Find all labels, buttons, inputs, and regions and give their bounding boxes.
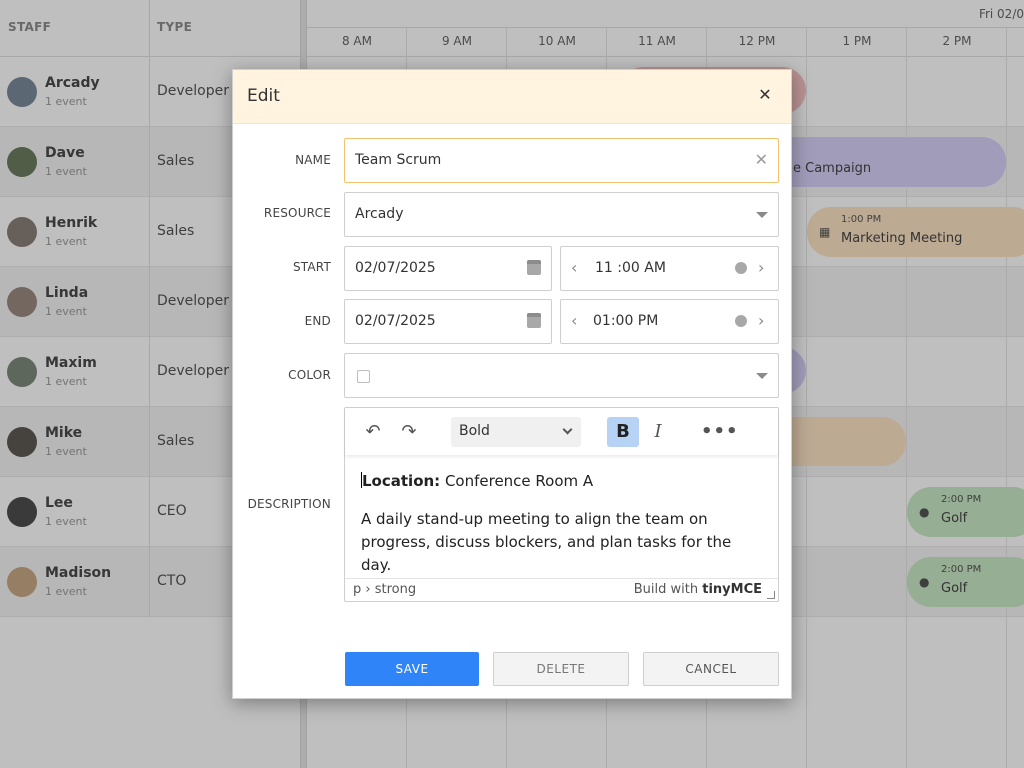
chevron-right-icon[interactable]: › xyxy=(758,312,764,330)
chevron-left-icon[interactable]: ‹ xyxy=(571,312,577,330)
clear-icon[interactable]: ✕ xyxy=(755,151,768,169)
format-select-value: Bold xyxy=(459,423,490,439)
editor-statusbar: p › strong Build with tinyMCE xyxy=(345,578,778,601)
description-paragraph[interactable]: A daily stand-up meeting to align the te… xyxy=(361,508,766,577)
resource-select[interactable]: Arcady xyxy=(344,192,779,237)
start-date-value: 02/07/2025 xyxy=(355,260,436,276)
bold-button[interactable]: B xyxy=(607,417,639,447)
chevron-down-icon xyxy=(756,212,768,218)
cancel-button[interactable]: CANCEL xyxy=(643,652,779,686)
start-label: START xyxy=(292,260,331,274)
more-options-icon[interactable]: ••• xyxy=(701,417,738,447)
delete-button[interactable]: DELETE xyxy=(493,652,629,686)
name-input[interactable]: Team Scrum ✕ xyxy=(344,138,779,183)
resize-handle-icon[interactable] xyxy=(767,591,775,599)
calendar-icon[interactable] xyxy=(527,260,541,275)
chevron-right-icon[interactable]: › xyxy=(758,259,764,277)
description-editor[interactable]: ↶ ↷ Bold B I ••• Location: Conference Ro… xyxy=(344,407,779,602)
edit-event-dialog: Edit ✕ NAME Team Scrum ✕ RESOURCE Arcady… xyxy=(232,69,792,699)
start-time-value: 11 :00 AM xyxy=(595,260,666,276)
chevron-down-icon xyxy=(562,424,573,435)
editor-toolbar: ↶ ↷ Bold B I ••• xyxy=(345,408,778,455)
name-value: Team Scrum xyxy=(355,152,442,168)
end-time-value: 01:00 PM xyxy=(593,313,659,329)
end-time-input[interactable]: ‹ 01:00 PM › xyxy=(560,299,779,344)
dialog-header: Edit ✕ xyxy=(233,70,791,124)
name-label: NAME xyxy=(295,153,331,167)
brand-prefix: Build with xyxy=(633,582,699,597)
color-select[interactable] xyxy=(344,353,779,398)
close-icon[interactable]: ✕ xyxy=(753,83,777,107)
location-paragraph[interactable]: Location: Conference Room A xyxy=(361,470,766,493)
start-date-input[interactable]: 02/07/2025 xyxy=(344,246,552,291)
italic-button[interactable]: I xyxy=(642,417,674,447)
start-time-input[interactable]: ‹ 11 :00 AM › xyxy=(560,246,779,291)
dialog-title: Edit xyxy=(247,86,280,106)
end-date-input[interactable]: 02/07/2025 xyxy=(344,299,552,344)
clock-icon[interactable] xyxy=(735,262,747,274)
undo-icon[interactable]: ↶ xyxy=(357,417,389,447)
clock-icon[interactable] xyxy=(735,315,747,327)
element-path[interactable]: p › strong xyxy=(353,582,416,597)
tinymce-logo: tinyMCE xyxy=(702,582,762,597)
description-label: DESCRIPTION xyxy=(247,497,331,511)
end-label: END xyxy=(304,314,331,328)
location-label: Location: xyxy=(362,472,441,490)
format-select[interactable]: Bold xyxy=(451,417,581,447)
end-date-value: 02/07/2025 xyxy=(355,313,436,329)
resource-label: RESOURCE xyxy=(263,206,331,220)
chevron-down-icon xyxy=(756,373,768,379)
calendar-icon[interactable] xyxy=(527,313,541,328)
location-value: Conference Room A xyxy=(440,472,594,490)
editor-content[interactable]: Location: Conference Room A A daily stan… xyxy=(361,470,766,592)
redo-icon[interactable]: ↷ xyxy=(393,417,425,447)
resource-value: Arcady xyxy=(355,206,404,222)
color-label: COLOR xyxy=(288,368,331,382)
save-button[interactable]: SAVE xyxy=(345,652,479,686)
powered-by[interactable]: Build with tinyMCE xyxy=(634,582,762,597)
color-swatch xyxy=(357,370,370,383)
chevron-left-icon[interactable]: ‹ xyxy=(571,259,577,277)
